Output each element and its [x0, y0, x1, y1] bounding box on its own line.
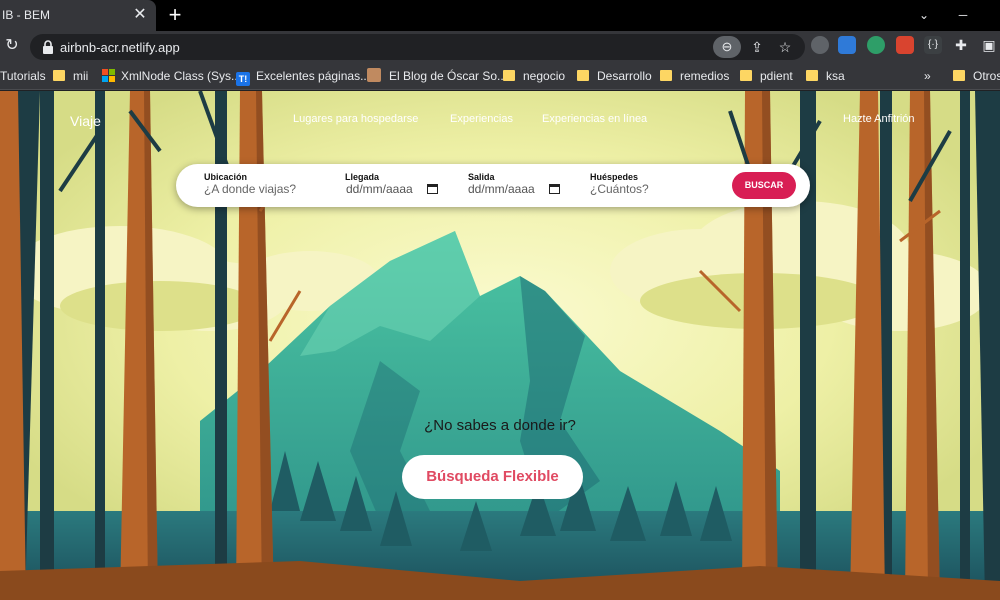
- bookmark-label: Tutorials: [0, 69, 46, 83]
- bookmark-tutorials[interactable]: Tutorials: [0, 67, 46, 85]
- bookmark-otros[interactable]: Otros: [953, 67, 1000, 85]
- search-bar: Ubicación Llegada dd/mm/aaaa Salida dd/m…: [176, 164, 810, 207]
- checkout-label: Salida: [468, 172, 495, 182]
- folder-icon: [660, 70, 672, 81]
- page-content: Viaje Lugares para hospedarse Experienci…: [0, 91, 1000, 600]
- folder-icon: [577, 70, 589, 81]
- bookmark-desarrollo[interactable]: Desarrollo: [577, 67, 652, 85]
- extensions-puzzle-icon[interactable]: ✚: [952, 36, 970, 54]
- browser-tab[interactable]: IB - BEM ✕: [0, 0, 156, 31]
- browser-tab-strip: IB - BEM ✕ + ⌄ ─: [0, 0, 1000, 31]
- side-panel-icon[interactable]: ▣: [980, 36, 998, 54]
- nav-link-experiencias-en-linea[interactable]: Experiencias en línea: [542, 113, 647, 125]
- t-logo-icon: T!: [236, 72, 250, 86]
- bookmark-excelentes[interactable]: T! Excelentes páginas...: [236, 67, 371, 86]
- url-text: airbnb-acr.netlify.app: [60, 40, 180, 55]
- bookmark-label: ksa: [826, 69, 845, 83]
- bookmark-label: XmlNode Class (Sys...: [121, 69, 242, 83]
- bookmark-label: remedios: [680, 69, 730, 83]
- checkin-date-input[interactable]: dd/mm/aaaa: [346, 182, 413, 196]
- guests-input[interactable]: [590, 181, 710, 197]
- tab-title: IB - BEM: [2, 8, 51, 22]
- checkin-label: Llegada: [345, 172, 380, 182]
- bookmarks-overflow-icon[interactable]: »: [924, 67, 931, 85]
- bookmark-label: Excelentes páginas...: [256, 69, 371, 83]
- calendar-icon[interactable]: [427, 183, 438, 194]
- checkout-date-input[interactable]: dd/mm/aaaa: [468, 182, 535, 196]
- folder-icon: [503, 70, 515, 81]
- folder-icon: [740, 70, 752, 81]
- folder-icon: [806, 70, 818, 81]
- site-logo[interactable]: Viaje: [70, 113, 101, 129]
- bookmark-label: El Blog de Óscar So...: [389, 69, 508, 83]
- bookmark-label: Otros: [973, 69, 1000, 83]
- search-button[interactable]: BUSCAR: [732, 172, 796, 199]
- zoom-icon[interactable]: ⊖: [713, 36, 741, 58]
- tab-close-icon[interactable]: ✕: [131, 6, 149, 24]
- bookmark-blog-oscar[interactable]: El Blog de Óscar So...: [367, 67, 507, 85]
- extension-blue-icon[interactable]: [838, 36, 856, 54]
- window-dropdown-icon[interactable]: ⌄: [913, 4, 935, 26]
- bookmark-remedios[interactable]: remedios: [660, 67, 729, 85]
- extension-history-icon[interactable]: [811, 36, 829, 54]
- lock-icon: [43, 40, 53, 54]
- folder-icon: [53, 70, 65, 81]
- extension-globe-icon[interactable]: [867, 36, 885, 54]
- bookmark-ksa[interactable]: ksa: [806, 67, 845, 85]
- folder-icon: [953, 70, 965, 81]
- bookmark-label: mii: [73, 69, 89, 83]
- nav-link-experiencias[interactable]: Experiencias: [450, 113, 513, 125]
- bookmark-xmlnode[interactable]: XmlNode Class (Sys...: [102, 67, 241, 85]
- bookmark-label: negocio: [523, 69, 566, 83]
- avatar-icon: [367, 68, 381, 82]
- address-bar[interactable]: airbnb-acr.netlify.app ⊖ ⇪ ☆: [30, 34, 805, 60]
- nav-link-lugares[interactable]: Lugares para hospedarse: [293, 113, 418, 125]
- bookmarks-bar: Tutorials mii XmlNode Class (Sys... T! Ex…: [0, 62, 1000, 90]
- location-input[interactable]: [204, 181, 334, 197]
- extension-red-icon[interactable]: [896, 36, 914, 54]
- extension-json-icon[interactable]: {·}: [924, 36, 942, 54]
- bookmark-pdient[interactable]: pdient: [740, 67, 793, 85]
- reload-icon[interactable]: ↻: [2, 36, 22, 56]
- new-tab-button[interactable]: +: [163, 3, 187, 27]
- minimize-icon[interactable]: ─: [952, 4, 974, 26]
- share-icon[interactable]: ⇪: [747, 37, 767, 57]
- flexible-search-button[interactable]: Búsqueda Flexible: [402, 455, 583, 499]
- hero-question: ¿No sabes a donde ir?: [424, 417, 576, 434]
- bookmark-label: Desarrollo: [597, 69, 652, 83]
- host-link[interactable]: Hazte Anfitrión: [843, 113, 915, 125]
- calendar-icon[interactable]: [549, 183, 560, 194]
- bookmark-negocio[interactable]: negocio: [503, 67, 565, 85]
- bookmark-label: pdient: [760, 69, 793, 83]
- bookmark-star-icon[interactable]: ☆: [775, 37, 795, 57]
- bookmark-mii[interactable]: mii: [53, 67, 88, 85]
- microsoft-logo-icon: [102, 69, 115, 82]
